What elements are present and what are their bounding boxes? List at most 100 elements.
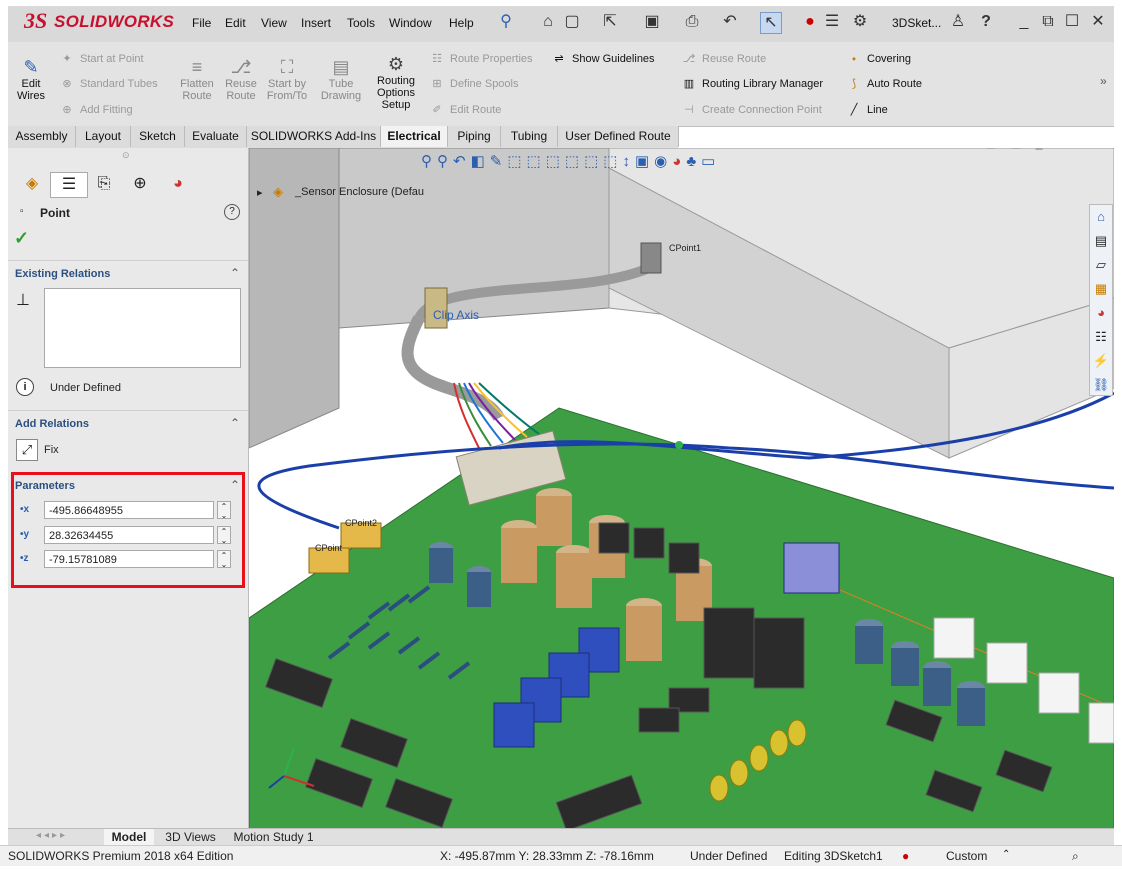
route-properties-button[interactable]: ☷ Route Properties [428,50,532,68]
help-question-icon[interactable]: ? [224,204,240,220]
restore-icon[interactable]: ⧉ [1038,12,1058,32]
menu-window[interactable]: Window [389,16,432,30]
rebuild-icon[interactable]: ● [800,12,820,32]
collapse-chevron-icon[interactable]: ⌃ [230,478,240,492]
fix-relation-label[interactable]: Fix [44,444,59,456]
maximize-icon[interactable]: ☐ [1062,12,1082,32]
zoom-to-fit-icon[interactable]: ⚲ [421,153,437,170]
file-properties-icon[interactable]: ☰ [822,12,842,32]
view-settings-icon[interactable]: ⬚ [603,153,622,170]
menu-help[interactable]: Help [449,16,474,30]
z-spin-arrows-icon[interactable]: ⌃ ⌄ [217,550,231,569]
quick-tips-icon[interactable]: ⌕ [1072,849,1079,864]
start-by-from-to-button[interactable]: ⛶ Start by From/To [263,56,311,102]
view-orientation-icon[interactable]: ⬚ [507,153,526,170]
panel-splitter-icon[interactable]: ⊙ [122,150,130,161]
dynamic-annotation-icon[interactable]: ✎ [490,153,508,170]
tab-model[interactable]: Model [104,829,154,845]
help-icon[interactable]: ? [976,12,996,32]
menu-edit[interactable]: Edit [225,16,246,30]
tab-layout[interactable]: Layout [76,126,131,147]
units-dropdown-icon[interactable]: ⌃ [1002,849,1010,860]
y-spin-arrows-icon[interactable]: ⌃ ⌄ [217,526,231,545]
save-icon[interactable]: ▣ [642,12,662,32]
tab-electrical[interactable]: Electrical [381,126,448,147]
tab-user-defined-route[interactable]: User Defined Route [558,126,679,147]
show-guidelines-button[interactable]: ⇌ Show Guidelines [550,50,654,68]
viewport-restore-icon[interactable]: ◫ [985,148,1010,150]
close-icon[interactable]: ✕ [1088,12,1108,32]
auto-route-button[interactable]: ⟆ Auto Route [845,75,922,93]
create-connection-point-button[interactable]: ⊣ Create Connection Point [680,101,822,119]
monitor-icon[interactable]: ▭ [701,153,720,170]
z-coordinate-field[interactable]: -79.15781089 [44,550,214,568]
menu-insert[interactable]: Insert [301,16,331,30]
user-icon[interactable]: ♙ [948,12,968,32]
graphics-area[interactable]: ▸ ◈ _Sensor Enclosure (Defau CPoint1 CPo… [249,148,1114,830]
more-commands-chevron-icon[interactable]: » [1100,74,1107,88]
edit-appearance-icon[interactable]: ⬚ [565,153,584,170]
undo-icon[interactable]: ↶ [720,12,740,32]
design-library-icon[interactable]: ▤ [1090,229,1112,253]
configuration-manager-tab-icon[interactable]: ⎘ [86,172,122,196]
appearances-icon[interactable]: ◕ [1090,301,1112,325]
units-selector[interactable]: Custom [946,849,987,863]
tab-scroll-arrows-icon[interactable]: ◂◂▸▸ [36,830,68,841]
tab-solidworks-add-ins[interactable]: SOLIDWORKS Add-Ins [247,126,381,147]
edit-route-button[interactable]: ✐ Edit Route [428,101,501,119]
property-manager-tab-icon[interactable]: ☰ [50,172,88,198]
hide-show-items-icon[interactable]: ⬚ [546,153,565,170]
line-button[interactable]: ╱ Line [845,101,888,119]
cube-view-icon[interactable]: ▣ [635,153,654,170]
flatten-route-button[interactable]: ≡ Flatten Route [176,56,218,102]
move-triad-icon[interactable]: ↕ [622,153,635,170]
dimxpert-tab-icon[interactable]: ⊕ [122,172,158,196]
tree-expand-arrow-icon[interactable]: ▸ [257,186,263,199]
display-style-icon[interactable]: ⬚ [527,153,546,170]
tube-drawing-button[interactable]: ▤ Tube Drawing [318,56,364,102]
menu-view[interactable]: View [261,16,287,30]
solidworks-logo[interactable]: 3S SOLIDWORKS [20,8,174,34]
collapse-chevron-icon[interactable]: ⌃ [230,416,240,430]
x-coordinate-field[interactable]: -495.86648955 [44,501,214,519]
ok-checkmark-icon[interactable]: ✓ [14,228,29,249]
rebuild-status-icon[interactable]: ● [902,849,909,863]
tab-assembly[interactable]: Assembly [8,126,76,147]
reuse-route-button[interactable]: ⎇ Reuse Route [680,50,767,68]
scene-icon[interactable]: ♣ [686,153,701,170]
electrical-library-icon[interactable]: ⚡ [1090,349,1112,373]
view-palette-icon[interactable]: ▦ [1090,277,1112,301]
standard-tubes-button[interactable]: ⊗ Standard Tubes [58,75,157,93]
routing-options-setup-button[interactable]: ⚙ Routing Options Setup [370,53,422,111]
custom-properties-icon[interactable]: ☷ [1090,325,1112,349]
sketch-point[interactable] [675,441,683,449]
reuse-route-big-button[interactable]: ⎇ Reuse Route [222,56,260,102]
options-gear-icon[interactable]: ⚙ [850,12,870,32]
start-at-point-button[interactable]: ✦ Start at Point [58,50,143,68]
viewport-minimize-icon[interactable]: _ [1036,148,1057,150]
file-explorer-icon[interactable]: ▱ [1090,253,1112,277]
print-icon[interactable]: ⎙ [682,12,702,32]
viewport-close-icon[interactable]: ✕ [1056,148,1080,150]
new-document-icon[interactable]: ▢ [562,12,582,32]
fix-relation-icon[interactable]: ⤢ [16,439,38,461]
viewport-split-icon[interactable]: ◨ [1010,148,1035,150]
x-spin-arrows-icon[interactable]: ⌃ ⌄ [217,501,231,520]
open-icon[interactable]: ⇱ [600,12,620,32]
appearance-sphere-icon[interactable]: ◕ [672,153,686,170]
define-spools-button[interactable]: ⊞ Define Spools [428,75,518,93]
tab-sketch[interactable]: Sketch [131,126,185,147]
menu-file[interactable]: File [192,16,211,30]
minimize-icon[interactable]: _ [1014,12,1034,32]
menu-tools[interactable]: Tools [347,16,375,30]
tab-tubing[interactable]: Tubing [501,126,558,147]
covering-button[interactable]: ⬩ Covering [845,50,911,68]
collapse-chevron-icon[interactable]: ⌃ [230,266,240,280]
tab-piping[interactable]: Piping [448,126,501,147]
home-icon[interactable]: ⌂ [538,12,558,32]
routing-library-manager-button[interactable]: ▥ Routing Library Manager [680,75,823,93]
y-coordinate-field[interactable]: 28.32634455 [44,526,214,544]
select-arrow-icon[interactable]: ↖ [760,12,782,34]
visibility-eye-icon[interactable]: ◉ [654,153,672,170]
existing-relations-list[interactable] [44,288,241,368]
